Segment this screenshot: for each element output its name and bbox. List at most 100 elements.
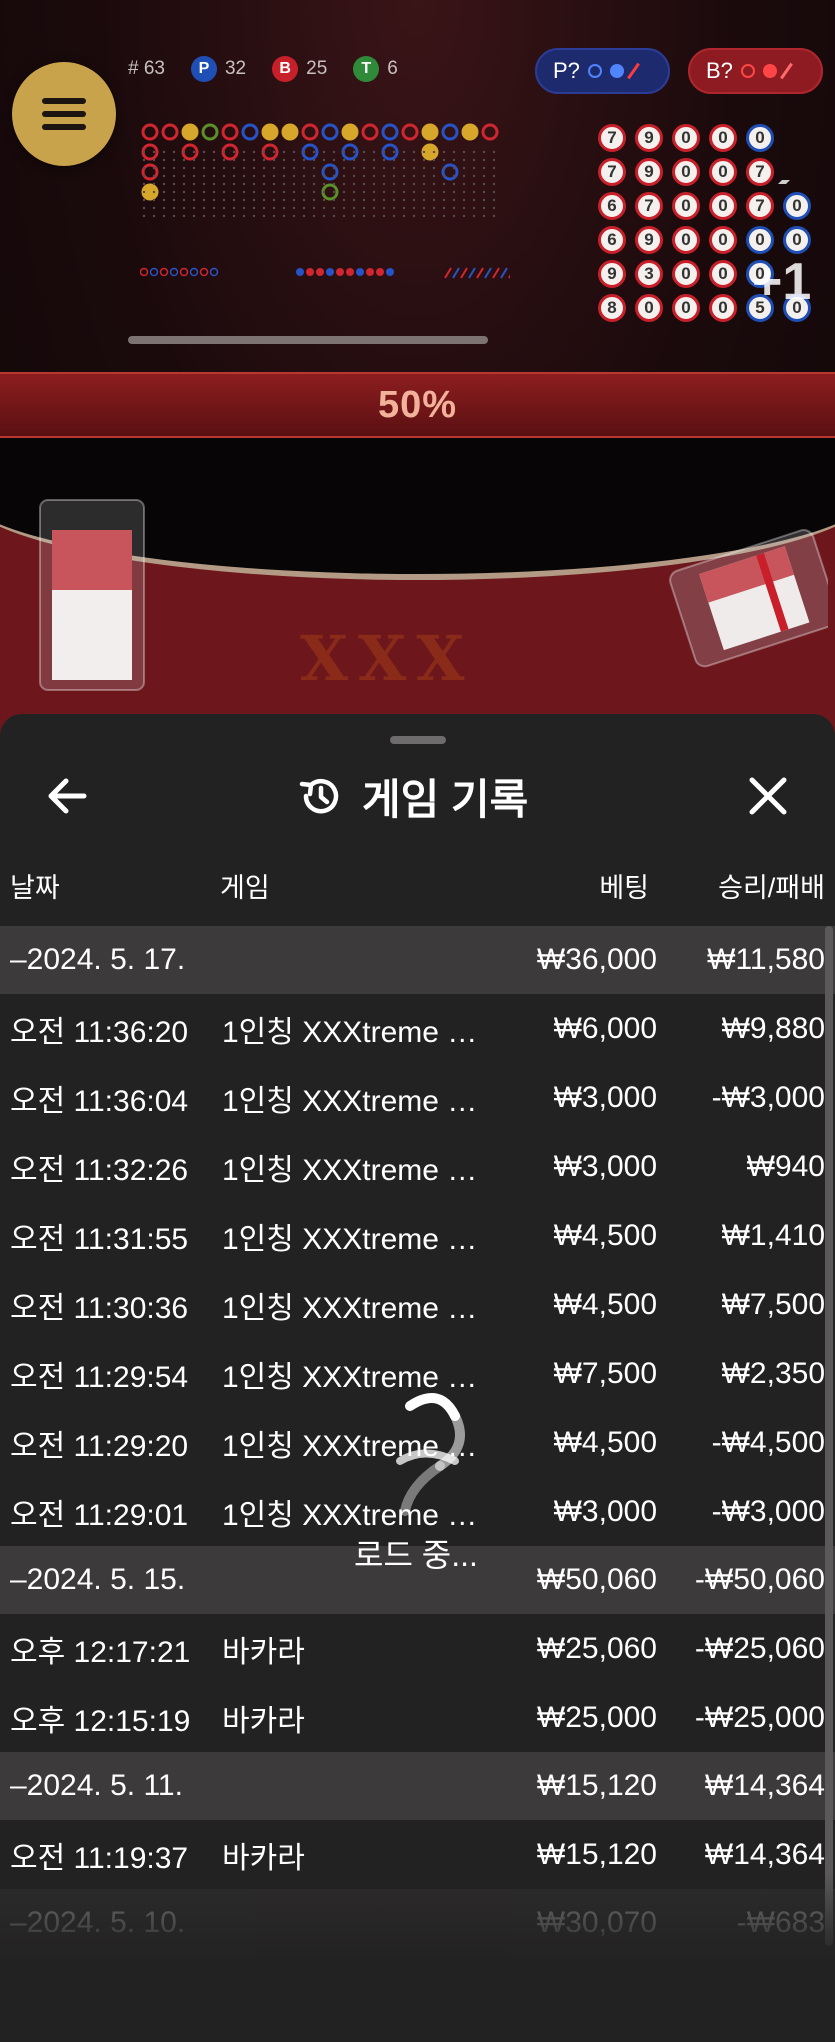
row-date: 오전 11:30:36 (10, 1291, 189, 1325)
arrow-left-icon (48, 778, 87, 814)
bead-cell: 0 (709, 158, 737, 186)
bead-cell: 0 (672, 294, 700, 322)
row-date: 오후 12:17:21 (10, 1635, 191, 1669)
plus-one-indicator: +1 (752, 253, 812, 311)
row-bet: ₩3,000 (553, 1080, 657, 1114)
row-bet: ₩50,060 (536, 1563, 657, 1596)
header-bet: 베팅 (599, 873, 649, 903)
row-bet: ₩3,000 (553, 1494, 657, 1528)
row-game: 1인칭 XXXtreme 라이트닝 바카라 (222, 1153, 492, 1187)
row-game: 1인칭 XXXtreme 라이트닝 바카라 (222, 1084, 492, 1118)
panel-header: 게임 기록 (296, 766, 528, 826)
row-bet: ₩15,120 (536, 1769, 657, 1802)
row-game: 1인칭 XXXtreme 라이트닝 바카라 (222, 1291, 492, 1325)
header-date: 날짜 (10, 873, 60, 903)
bead-cell: 9 (635, 124, 663, 152)
row-bet: ₩3,000 (553, 1149, 657, 1183)
stats-row: # 63 P 32 B 25 T 6 (128, 56, 398, 82)
row-win-loss: -₩3,000 (711, 1080, 825, 1114)
menu-button[interactable] (12, 62, 116, 166)
bead-cell: 6 (598, 192, 626, 220)
player-predict-button[interactable]: P? (535, 48, 670, 94)
hand-count: # 63 (128, 58, 165, 79)
card-shoe-right (669, 529, 828, 668)
bead-cell: 6 (598, 226, 626, 254)
history-row[interactable]: 오전 11:32:26 1인칭 XXXtreme 라이트닝 바카라 ₩3,000 ₩9… (0, 1132, 835, 1201)
bead-cell: 0 (709, 260, 737, 288)
history-row[interactable]: 오후 12:17:21 바카라 ₩25,060 -₩25,060 (0, 1614, 835, 1683)
row-win-loss: -₩25,000 (694, 1700, 825, 1734)
header-game: 게임 (220, 873, 270, 903)
row-date: –2024. 5. 17. (10, 943, 186, 976)
row-game: 바카라 (222, 1841, 305, 1875)
history-icon (299, 779, 339, 814)
loading-indicator: 로드 중... (340, 1366, 500, 1573)
row-game: 1인칭 XXXtreme 라이트닝 바카라 (222, 1222, 492, 1256)
back-button[interactable] (40, 768, 96, 824)
bead-cell: 7 (598, 158, 626, 186)
history-scrollbar[interactable] (825, 926, 833, 1946)
banker-predict-button[interactable]: B? (688, 48, 823, 94)
bead-cell: 0 (709, 294, 737, 322)
bead-cell: 3 (635, 260, 663, 288)
row-date: –2024. 5. 15. (10, 1563, 186, 1596)
dot-icon (609, 64, 624, 78)
row-date: –2024. 5. 11. (10, 1769, 183, 1802)
bead-cell: 9 (635, 226, 663, 254)
percent-value: 50% (377, 383, 458, 426)
ring-icon (587, 64, 602, 78)
table-logo: XXX (300, 622, 475, 695)
column-headers: 날짜 게임 베팅 승리/패배 (0, 862, 835, 908)
row-bet: ₩4,500 (553, 1218, 657, 1252)
panel-title: 게임 기록 (362, 775, 529, 823)
bead-cell: 0 (672, 192, 700, 220)
row-win-loss: ₩940 (746, 1149, 825, 1183)
bead-cell: 0 (783, 226, 811, 254)
row-win-loss: -₩3,000 (711, 1494, 825, 1528)
bead-cell: 0 (709, 192, 737, 220)
ring-icon (740, 64, 755, 78)
date-group-row: –2024. 5. 11. ₩15,120 ₩14,364 (0, 1752, 835, 1820)
history-row[interactable]: 오전 11:36:20 1인칭 XXXtreme 라이트닝 바카라 ₩6,000 ₩9… (0, 994, 835, 1063)
drag-handle[interactable] (390, 736, 446, 744)
bead-cell: 0 (672, 226, 700, 254)
tie-badge: T (353, 56, 380, 82)
bead-cell: 9 (598, 260, 626, 288)
row-bet: ₩6,000 (553, 1011, 657, 1045)
bead-cell: 0 (672, 158, 700, 186)
history-row[interactable]: 오전 11:36:04 1인칭 XXXtreme 라이트닝 바카라 ₩3,000 -₩… (0, 1063, 835, 1132)
row-win-loss: ₩2,350 (721, 1356, 825, 1390)
row-win-loss: -₩25,060 (694, 1631, 825, 1665)
roadmap-scrollbar[interactable] (128, 336, 488, 344)
player-predict-label: P? (553, 58, 580, 83)
slash-icon (627, 62, 640, 80)
header-win-loss: 승리/패배 (718, 873, 825, 903)
loading-spinner-icon (396, 1393, 465, 1516)
row-win-loss: ₩7,500 (721, 1287, 825, 1321)
banker-predict-label: B? (706, 58, 733, 83)
player-count: 32 (224, 58, 247, 79)
history-row[interactable]: 오전 11:31:55 1인칭 XXXtreme 라이트닝 바카라 ₩4,500 ₩1… (0, 1201, 835, 1270)
date-group-row: –2024. 5. 17. ₩36,000 ₩11,580 (0, 926, 835, 994)
bead-cell: 0 (746, 124, 774, 152)
row-bet: ₩4,500 (553, 1287, 657, 1321)
dot-icon (762, 64, 777, 78)
banker-badge: B (272, 56, 299, 82)
card-shoe-left (39, 499, 145, 691)
row-win-loss: ₩9,880 (721, 1011, 825, 1045)
row-date: 오전 11:36:20 (10, 1015, 189, 1049)
row-bet: ₩15,120 (536, 1837, 657, 1871)
history-row[interactable]: 오후 12:15:19 바카라 ₩25,000 -₩25,000 (0, 1683, 835, 1752)
bead-cell: 0 (709, 226, 737, 254)
bead-cell: 0 (672, 124, 700, 152)
row-win-loss: ₩14,364 (704, 1769, 825, 1802)
bead-cell: 9 (635, 158, 663, 186)
row-date: 오전 11:29:20 (10, 1429, 189, 1463)
history-row[interactable]: 오전 11:30:36 1인칭 XXXtreme 라이트닝 바카라 ₩4,500 ₩7… (0, 1270, 835, 1339)
row-bet: ₩25,000 (536, 1700, 657, 1734)
bead-cell: 0 (672, 260, 700, 288)
row-date: 오전 11:29:54 (10, 1360, 189, 1394)
close-button[interactable] (740, 768, 796, 824)
bead-cell: 0 (709, 124, 737, 152)
row-date: 오전 11:29:01 (10, 1498, 189, 1532)
